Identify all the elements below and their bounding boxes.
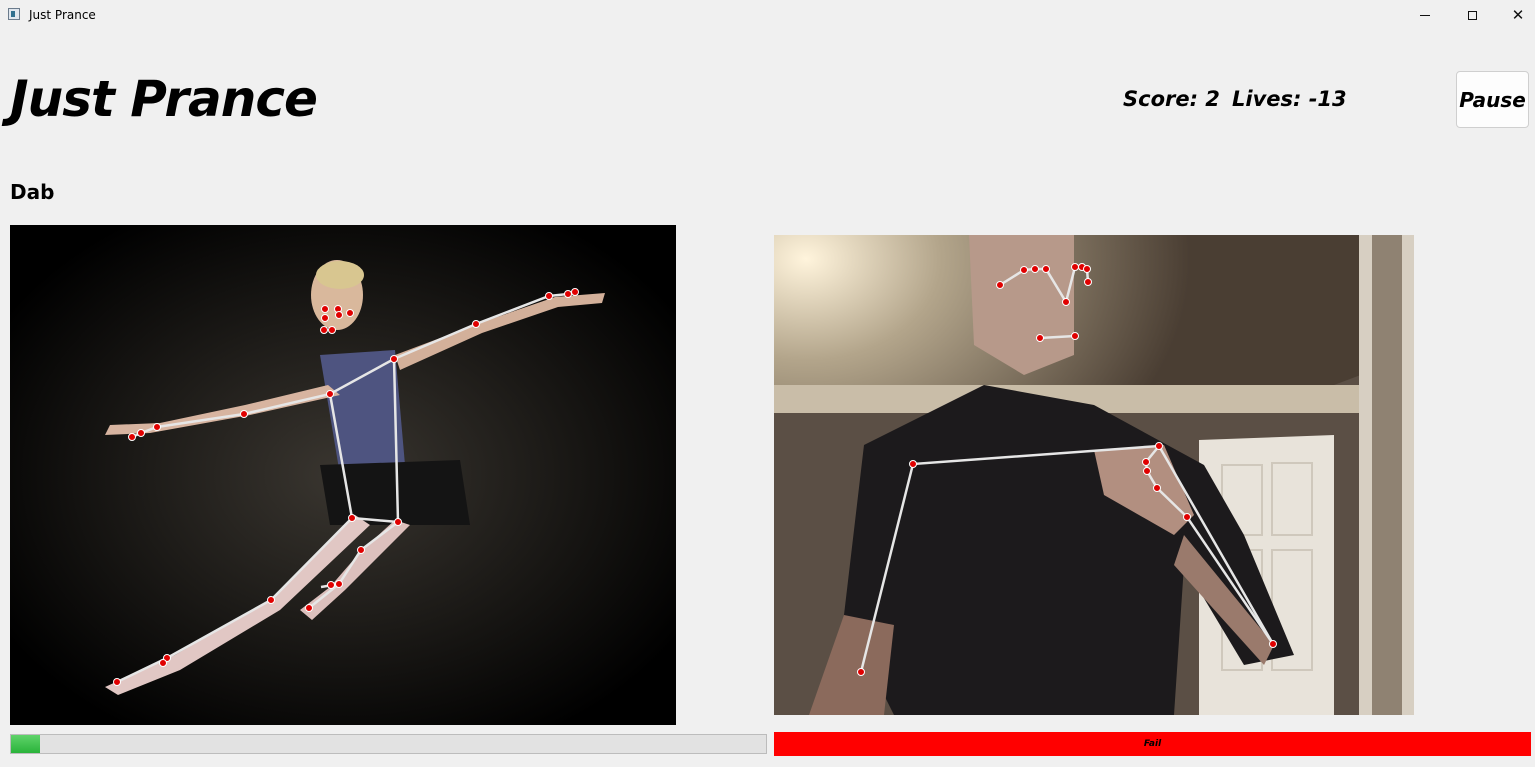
reference-pose-svg xyxy=(10,225,676,725)
match-status-bar: Fail xyxy=(774,732,1531,756)
score-label: Score: 2 xyxy=(1123,87,1220,111)
lives-label: Lives: -13 xyxy=(1232,87,1347,111)
close-button[interactable]: ✕ xyxy=(1495,0,1535,30)
pose-name: Dab xyxy=(10,180,55,204)
reference-pose-image xyxy=(10,225,676,725)
minimize-button[interactable] xyxy=(1402,0,1448,30)
maximize-button[interactable] xyxy=(1449,0,1495,30)
game-title: Just Prance xyxy=(10,70,318,128)
pause-button[interactable]: Pause xyxy=(1456,71,1529,128)
webcam-svg xyxy=(774,235,1414,715)
pose-progress-fill xyxy=(11,735,40,753)
window-titlebar: Just Prance ✕ xyxy=(0,0,1535,30)
webcam-feed xyxy=(774,235,1414,715)
window-title: Just Prance xyxy=(29,8,96,22)
pose-progress-bar xyxy=(10,734,767,754)
minimize-icon xyxy=(1420,14,1430,16)
app-icon xyxy=(8,8,20,20)
match-status-text: Fail xyxy=(1143,739,1162,749)
maximize-icon xyxy=(1467,10,1477,20)
close-icon: ✕ xyxy=(1511,5,1525,24)
